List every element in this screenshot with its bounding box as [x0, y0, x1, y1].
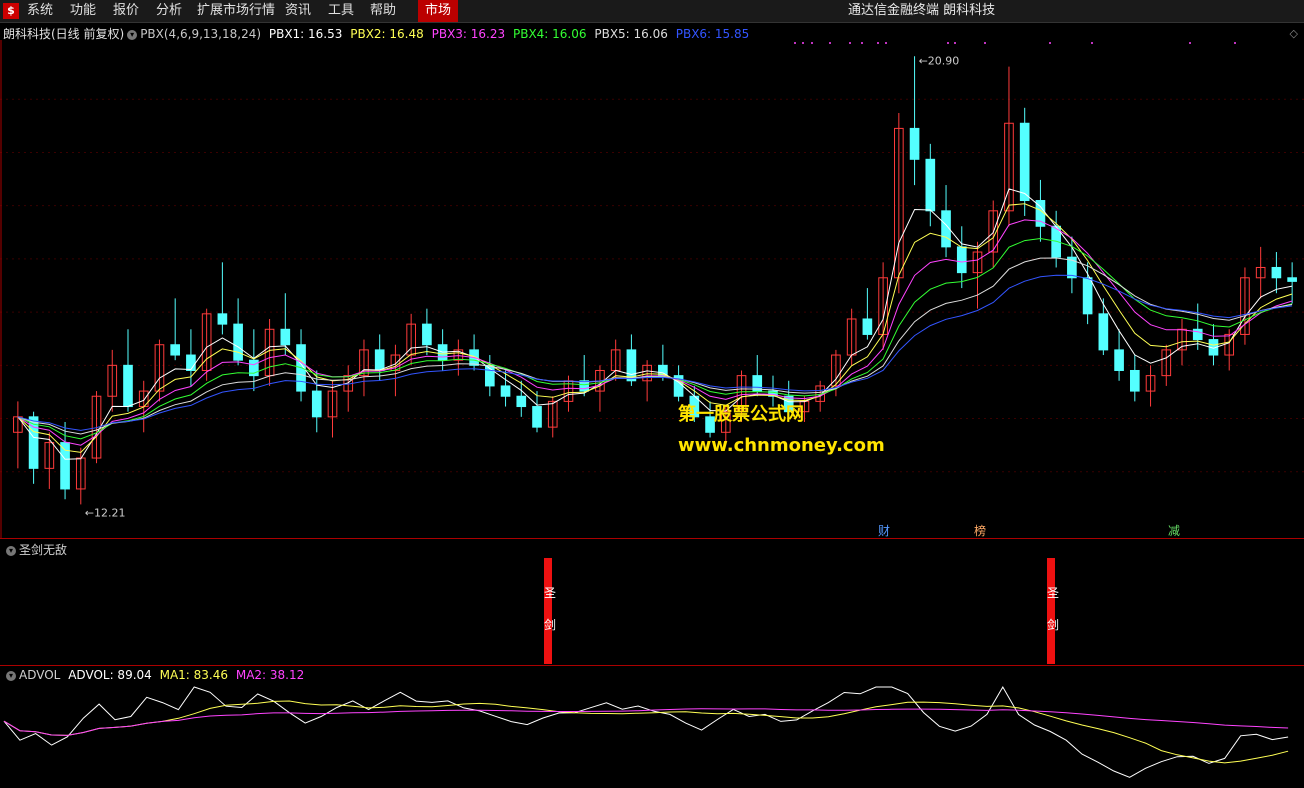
candle-down [1129, 369, 1140, 392]
app-logo-icon[interactable]: $ [3, 3, 19, 19]
signal-dot [861, 42, 863, 44]
menu-item-system[interactable]: 系统 [27, 0, 53, 22]
panel-divider[interactable] [0, 538, 1304, 539]
signal-dot [885, 42, 887, 44]
signal-dot [802, 42, 804, 44]
candle-down [1098, 313, 1109, 351]
candle-down [217, 313, 228, 325]
sword-signal-bar [544, 558, 552, 664]
candle-down [1287, 277, 1297, 282]
menu-item-extended-market[interactable]: 扩展市场行情 [197, 0, 275, 22]
candle-down [311, 390, 322, 418]
candle-down [862, 318, 873, 335]
menu-item-function[interactable]: 功能 [70, 0, 96, 22]
candle-down [1082, 277, 1093, 315]
sword-label-2: 剑 [544, 618, 557, 632]
advol-ma1-value: MA1: 83.46 [159, 668, 229, 682]
pbx1-value: PBX1: 16.53 [268, 27, 343, 41]
signal-dot [1234, 42, 1236, 44]
candle-down [1019, 122, 1030, 202]
sword-label-2: 剑 [1047, 618, 1060, 632]
signal-dot [1091, 42, 1093, 44]
watermark-site-name: 第一股票公式网 [678, 404, 804, 425]
candlestick-chart[interactable]: ←20.90 ←12.21 [0, 40, 1304, 538]
advol-indicator-name: ADVOL [19, 668, 61, 682]
low-price-label: ←12.21 [85, 506, 126, 519]
candle-down [280, 328, 291, 346]
menu-item-tools[interactable]: 工具 [328, 0, 354, 22]
signal-dot [954, 42, 956, 44]
candle-down [1271, 266, 1282, 279]
candle-down [422, 323, 432, 346]
signal-dot [947, 42, 949, 44]
advol-chart[interactable] [0, 682, 1304, 788]
signal-dot [811, 42, 813, 44]
menu-item-quote[interactable]: 报价 [113, 0, 139, 22]
signal-dot [1189, 42, 1191, 44]
candle-down [186, 354, 196, 371]
chevron-down-icon[interactable]: ▾ [6, 670, 16, 681]
sword-label-1: 圣 [1047, 586, 1060, 600]
candle-down [1114, 349, 1124, 371]
event-marker-ranking[interactable]: 榜 [974, 522, 986, 539]
candle-down [123, 364, 133, 408]
chevron-down-icon[interactable]: ▾ [6, 545, 16, 556]
candle-down [233, 323, 243, 361]
candle-down [500, 385, 511, 397]
sword-signal-bar [1047, 558, 1055, 664]
signal-dot [984, 42, 986, 44]
advol-ma2-value: MA2: 38.12 [235, 668, 305, 682]
advol-panel-title: ▾ ADVOL ADVOL: 89.04 MA1: 83.46 MA2: 38.1… [3, 668, 304, 682]
signal-dot [1049, 42, 1051, 44]
expand-diamond-icon[interactable]: ◇ [1290, 27, 1298, 40]
menu-item-analysis[interactable]: 分析 [156, 0, 182, 22]
signal-dot [877, 42, 879, 44]
candle-down [909, 127, 920, 160]
app-title: 通达信金融终端 朗科科技 [848, 3, 996, 18]
signal-dot [829, 42, 831, 44]
sword-indicator-name: 圣剑无敌 [19, 543, 68, 557]
candle-down [374, 349, 385, 371]
pbx6-value: PBX6: 15.85 [675, 27, 750, 41]
chevron-down-icon[interactable]: ▾ [127, 29, 138, 40]
watermark-url: www.chnmoney.com [678, 435, 885, 456]
signal-dot [794, 42, 796, 44]
indicator-name: PBX(4,6,9,13,18,24) [140, 27, 262, 41]
event-marker-reduce[interactable]: 减 [1168, 522, 1180, 539]
panel-divider[interactable] [0, 665, 1304, 666]
candle-down [516, 395, 527, 408]
sword-label-1: 圣 [544, 586, 557, 600]
menu-bar: $ 系统 功能 报价 分析 扩展市场行情 资讯 工具 帮助 市场 通达信金融终端… [0, 0, 1304, 23]
candle-down [170, 344, 181, 356]
candle-down [956, 246, 967, 274]
pbx6-line [17, 274, 1293, 431]
advol-value: ADVOL: 89.04 [68, 668, 152, 682]
stock-name: 朗科科技(日线 前复权) [3, 27, 125, 41]
menu-item-news[interactable]: 资讯 [285, 0, 311, 22]
candle-down [532, 406, 542, 428]
event-marker-finance[interactable]: 财 [878, 522, 890, 539]
advol-line [3, 686, 1289, 778]
candle-down [925, 158, 936, 212]
pbx4-value: PBX4: 16.06 [512, 27, 587, 41]
menu-item-market[interactable]: 市场 [418, 0, 459, 22]
pbx2-value: PBX2: 16.48 [350, 27, 424, 41]
menu-item-help[interactable]: 帮助 [370, 0, 396, 22]
signal-dot [849, 42, 851, 44]
sword-panel-title: ▾ 圣剑无敌 [3, 541, 67, 558]
pbx5-value: PBX5: 16.06 [594, 27, 668, 41]
pbx3-value: PBX3: 16.23 [431, 27, 506, 41]
high-price-label: ←20.90 [919, 54, 960, 67]
